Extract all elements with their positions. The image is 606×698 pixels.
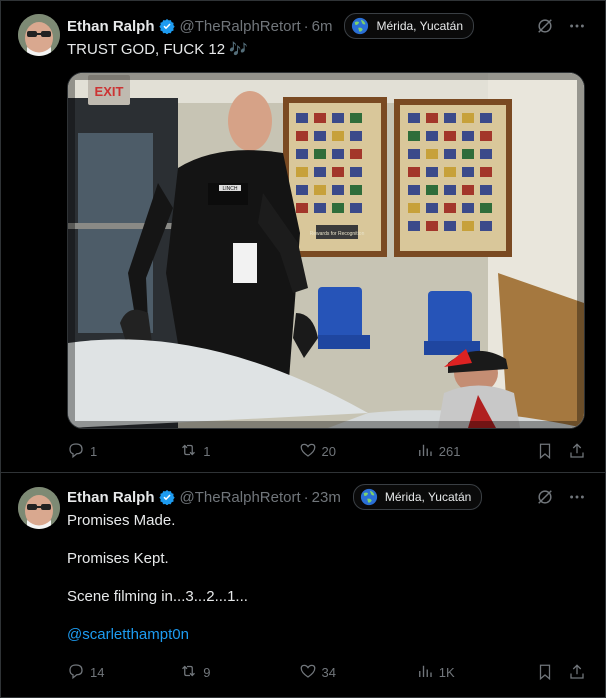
tweet-2[interactable]: Ethan Ralph @TheRalphRetort · 23m Mérida…	[0, 473, 606, 698]
like-button[interactable]: 20	[299, 441, 416, 462]
views-button[interactable]: 261	[416, 441, 536, 462]
like-icon	[299, 662, 317, 683]
reply-button[interactable]: 1	[67, 441, 179, 462]
tweet-text: Promises Made. Promises Kept. Scene film…	[67, 511, 248, 663]
avatar[interactable]	[18, 487, 60, 529]
repost-icon	[179, 662, 198, 683]
views-icon	[416, 441, 434, 462]
location-label: Mérida, Yucatán	[376, 19, 463, 33]
timestamp[interactable]: 6m	[312, 18, 333, 35]
location-pill[interactable]: Mérida, Yucatán	[344, 13, 474, 39]
tweet-1[interactable]: Ethan Ralph @TheRalphRetort · 6m Mérida,…	[0, 0, 606, 473]
reply-icon	[67, 662, 85, 683]
avatar[interactable]	[18, 14, 60, 56]
location-label: Mérida, Yucatán	[384, 490, 472, 504]
separator-dot: ·	[303, 488, 309, 506]
tweet-line: Scene filming in...3...2...1...	[67, 588, 248, 605]
tweet-line: Promises Made.	[67, 512, 176, 529]
tweet-header: Ethan Ralph @TheRalphRetort · 23m Mérida…	[67, 484, 586, 510]
plaque-label: Rewards for Recognition	[310, 231, 365, 237]
timestamp[interactable]: 23m	[312, 489, 341, 506]
reply-count: 1	[90, 443, 98, 459]
views-count: 261	[438, 443, 461, 459]
tweet-text: TRUST GOD, FUCK 12 🎶	[67, 41, 248, 58]
separator-dot: ·	[303, 17, 309, 35]
grok-icon[interactable]	[536, 488, 554, 506]
mention-link[interactable]: @scarletthampt0n	[67, 625, 248, 645]
globe-icon	[360, 488, 378, 506]
views-count: 1K	[438, 664, 455, 680]
repost-icon	[179, 441, 198, 462]
repost-button[interactable]: 9	[179, 662, 298, 683]
reply-icon	[67, 441, 85, 462]
share-icon[interactable]	[568, 663, 586, 681]
like-icon	[299, 441, 317, 462]
tweet-actions: 1 1 20 261	[67, 440, 586, 462]
location-pill[interactable]: Mérida, Yucatán	[352, 484, 483, 510]
grok-icon[interactable]	[536, 17, 554, 35]
like-button[interactable]: 34	[299, 662, 416, 683]
tweet-line: Promises Kept.	[67, 550, 169, 567]
bookmark-icon[interactable]	[536, 442, 554, 460]
verified-badge-icon	[158, 489, 175, 505]
repost-button[interactable]: 1	[179, 441, 298, 462]
tweet-header: Ethan Ralph @TheRalphRetort · 6m Mérida,…	[67, 13, 586, 39]
tweet-video[interactable]: EXIT Rewards for Recognition LINCH	[67, 72, 585, 429]
author-name[interactable]: Ethan Ralph	[67, 18, 155, 35]
views-button[interactable]: 1K	[416, 662, 536, 683]
tweet-actions: 14 9 34 1K	[67, 661, 586, 683]
author-handle[interactable]: @TheRalphRetort	[180, 489, 301, 506]
like-count: 20	[321, 443, 336, 459]
views-icon	[416, 662, 434, 683]
author-handle[interactable]: @TheRalphRetort	[180, 18, 301, 35]
bookmark-icon[interactable]	[536, 663, 554, 681]
more-icon[interactable]	[568, 488, 586, 506]
repost-count: 1	[203, 443, 211, 459]
globe-icon	[351, 17, 369, 35]
more-icon[interactable]	[568, 17, 586, 35]
verified-badge-icon	[158, 18, 175, 34]
share-icon[interactable]	[568, 442, 586, 460]
repost-count: 9	[203, 664, 211, 680]
exit-sign: EXIT	[95, 84, 124, 99]
like-count: 34	[321, 664, 336, 680]
reply-count: 14	[90, 664, 105, 680]
reply-button[interactable]: 14	[67, 662, 179, 683]
officer-name-tag: LINCH	[222, 186, 237, 192]
author-name[interactable]: Ethan Ralph	[67, 489, 155, 506]
